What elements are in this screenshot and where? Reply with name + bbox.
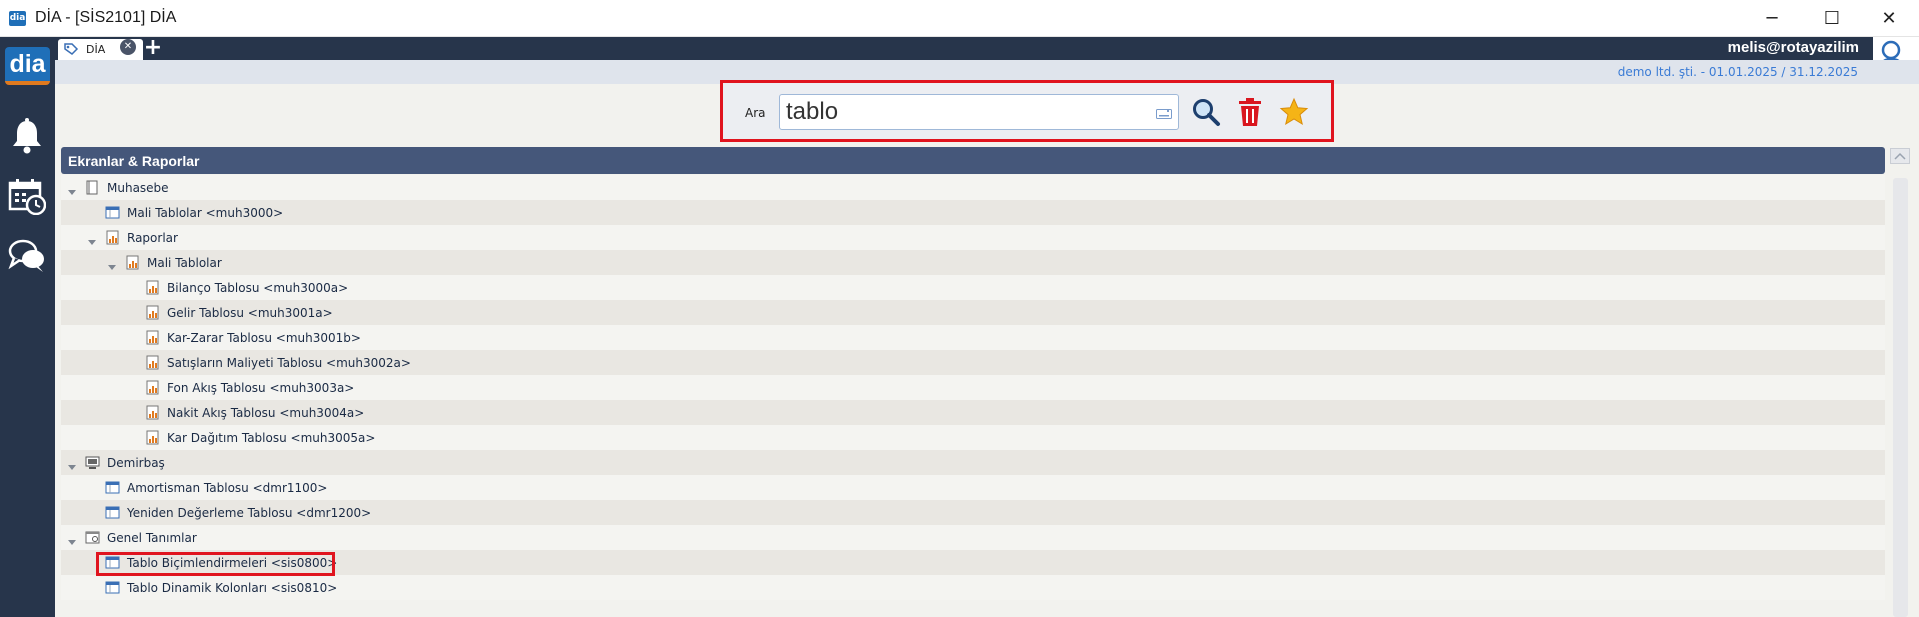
expand-arrow-icon[interactable] (107, 257, 117, 270)
trash-icon (1239, 98, 1261, 126)
tree-node-label: Kar-Zarar Tablosu <muh3001b> (167, 331, 361, 345)
report-icon (145, 380, 160, 395)
monitor-icon (85, 455, 100, 470)
tree-node-label: Demirbaş (107, 456, 165, 470)
chevron-up-icon (1894, 152, 1906, 160)
tree-node-label: Tablo Dinamik Kolonları <sis0810> (127, 581, 338, 595)
left-sidebar: dia (0, 37, 55, 617)
add-tab-button[interactable]: + (143, 37, 163, 59)
tree-node-label: Mali Tablolar (147, 256, 222, 270)
tree-node-label: Raporlar (127, 231, 178, 245)
tree-node-label: Satışların Maliyeti Tablosu <muh3002a> (167, 356, 411, 370)
expand-arrow-icon[interactable] (87, 232, 97, 245)
tree-row[interactable]: Satışların Maliyeti Tablosu <muh3002a> (61, 350, 1885, 375)
report-icon (145, 280, 160, 295)
tree-row[interactable]: Kar-Zarar Tablosu <muh3001b> (61, 325, 1885, 350)
tree-node-label: Muhasebe (107, 181, 169, 195)
report-icon (145, 355, 160, 370)
tree-row[interactable]: Muhasebe (61, 175, 1885, 200)
expand-arrow-icon[interactable] (67, 532, 77, 545)
panel-header[interactable]: Ekranlar & Raporlar (61, 147, 1885, 174)
user-email[interactable]: melis@rotayazilim (1728, 39, 1859, 56)
tree-row[interactable]: Raporlar (61, 225, 1885, 250)
search-label: Ara (745, 106, 766, 120)
tree-row[interactable]: Demirbaş (61, 450, 1885, 475)
window-icon (105, 580, 120, 595)
book-icon (85, 180, 100, 195)
chat-icon[interactable] (8, 237, 46, 275)
tab-strip: DİA ✕ + melis@rotayazilim (55, 37, 1919, 60)
tree-node-label: Yeniden Değerleme Tablosu <dmr1200> (127, 506, 372, 520)
tree-row[interactable]: Gelir Tablosu <muh3001a> (61, 300, 1885, 325)
tree-row[interactable]: Amortisman Tablosu <dmr1100> (61, 475, 1885, 500)
search-input[interactable] (779, 94, 1179, 130)
tree-node-label: Bilanço Tablosu <muh3000a> (167, 281, 349, 295)
keyboard-icon[interactable] (1156, 109, 1172, 119)
tree-row[interactable]: Nakit Akış Tablosu <muh3004a> (61, 400, 1885, 425)
star-icon (1279, 97, 1309, 126)
report-icon (145, 405, 160, 420)
tree-node-label: Mali Tablolar <muh3000> (127, 206, 284, 220)
search-panel: Ara (720, 80, 1334, 142)
tree-row[interactable]: Mali Tablolar <muh3000> (61, 200, 1885, 225)
tree-node-label: Genel Tanımlar (107, 531, 197, 545)
report-icon (105, 230, 120, 245)
company-period[interactable]: demo ltd. şti. - 01.01.2025 / 31.12.2025 (1618, 65, 1858, 79)
report-icon (145, 330, 160, 345)
scrollbar[interactable] (1893, 178, 1908, 617)
panel-title: Ekranlar & Raporlar (68, 153, 200, 169)
window-icon (105, 205, 120, 220)
search-button[interactable] (1189, 95, 1223, 129)
window-icon (105, 480, 120, 495)
search-icon (1193, 99, 1220, 126)
tag-icon (64, 43, 79, 55)
report-icon (145, 305, 160, 320)
favorite-button[interactable] (1277, 95, 1311, 129)
tree-node-label: Fon Akış Tablosu <muh3003a> (167, 381, 355, 395)
tree-row[interactable]: Fon Akış Tablosu <muh3003a> (61, 375, 1885, 400)
window-title: DİA - [SİS2101] DİA (35, 9, 177, 26)
minimize-button[interactable]: ─ (1745, 0, 1799, 37)
window-icon (105, 505, 120, 520)
expand-arrow-icon[interactable] (67, 182, 77, 195)
delete-button[interactable] (1233, 95, 1267, 129)
tree-row[interactable]: Yeniden Değerleme Tablosu <dmr1200> (61, 500, 1885, 525)
expand-arrow-icon[interactable] (67, 457, 77, 470)
screens-tree: Muhasebe Mali Tablolar <muh3000> Raporlar M… (61, 175, 1885, 600)
tree-row[interactable]: Genel Tanımlar (61, 525, 1885, 550)
settings-window-icon (85, 530, 100, 545)
dia-logo[interactable]: dia (5, 47, 50, 85)
tree-row[interactable]: Mali Tablolar (61, 250, 1885, 275)
title-bar: dia DİA - [SİS2101] DİA ─ ☐ ✕ (0, 0, 1919, 37)
report-icon (145, 430, 160, 445)
report-icon (125, 255, 140, 270)
highlight-box (96, 552, 335, 576)
tree-row[interactable]: Tablo Dinamik Kolonları <sis0810> (61, 575, 1885, 600)
tree-row[interactable]: Kar Dağıtım Tablosu <muh3005a> (61, 425, 1885, 450)
tree-node-label: Gelir Tablosu <muh3001a> (167, 306, 333, 320)
maximize-button[interactable]: ☐ (1805, 0, 1859, 37)
calendar-clock-icon[interactable] (8, 177, 46, 215)
tab-close-icon[interactable]: ✕ (120, 39, 136, 55)
collapse-button[interactable] (1890, 148, 1910, 164)
tab-label: DİA (86, 43, 106, 56)
close-window-button[interactable]: ✕ (1862, 0, 1916, 37)
tree-node-label: Nakit Akış Tablosu <muh3004a> (167, 406, 365, 420)
app-icon: dia (9, 11, 26, 26)
tree-node-label: Amortisman Tablosu <dmr1100> (127, 481, 328, 495)
bell-icon[interactable] (8, 117, 46, 155)
tree-row[interactable]: Bilanço Tablosu <muh3000a> (61, 275, 1885, 300)
tree-node-label: Kar Dağıtım Tablosu <muh3005a> (167, 431, 376, 445)
